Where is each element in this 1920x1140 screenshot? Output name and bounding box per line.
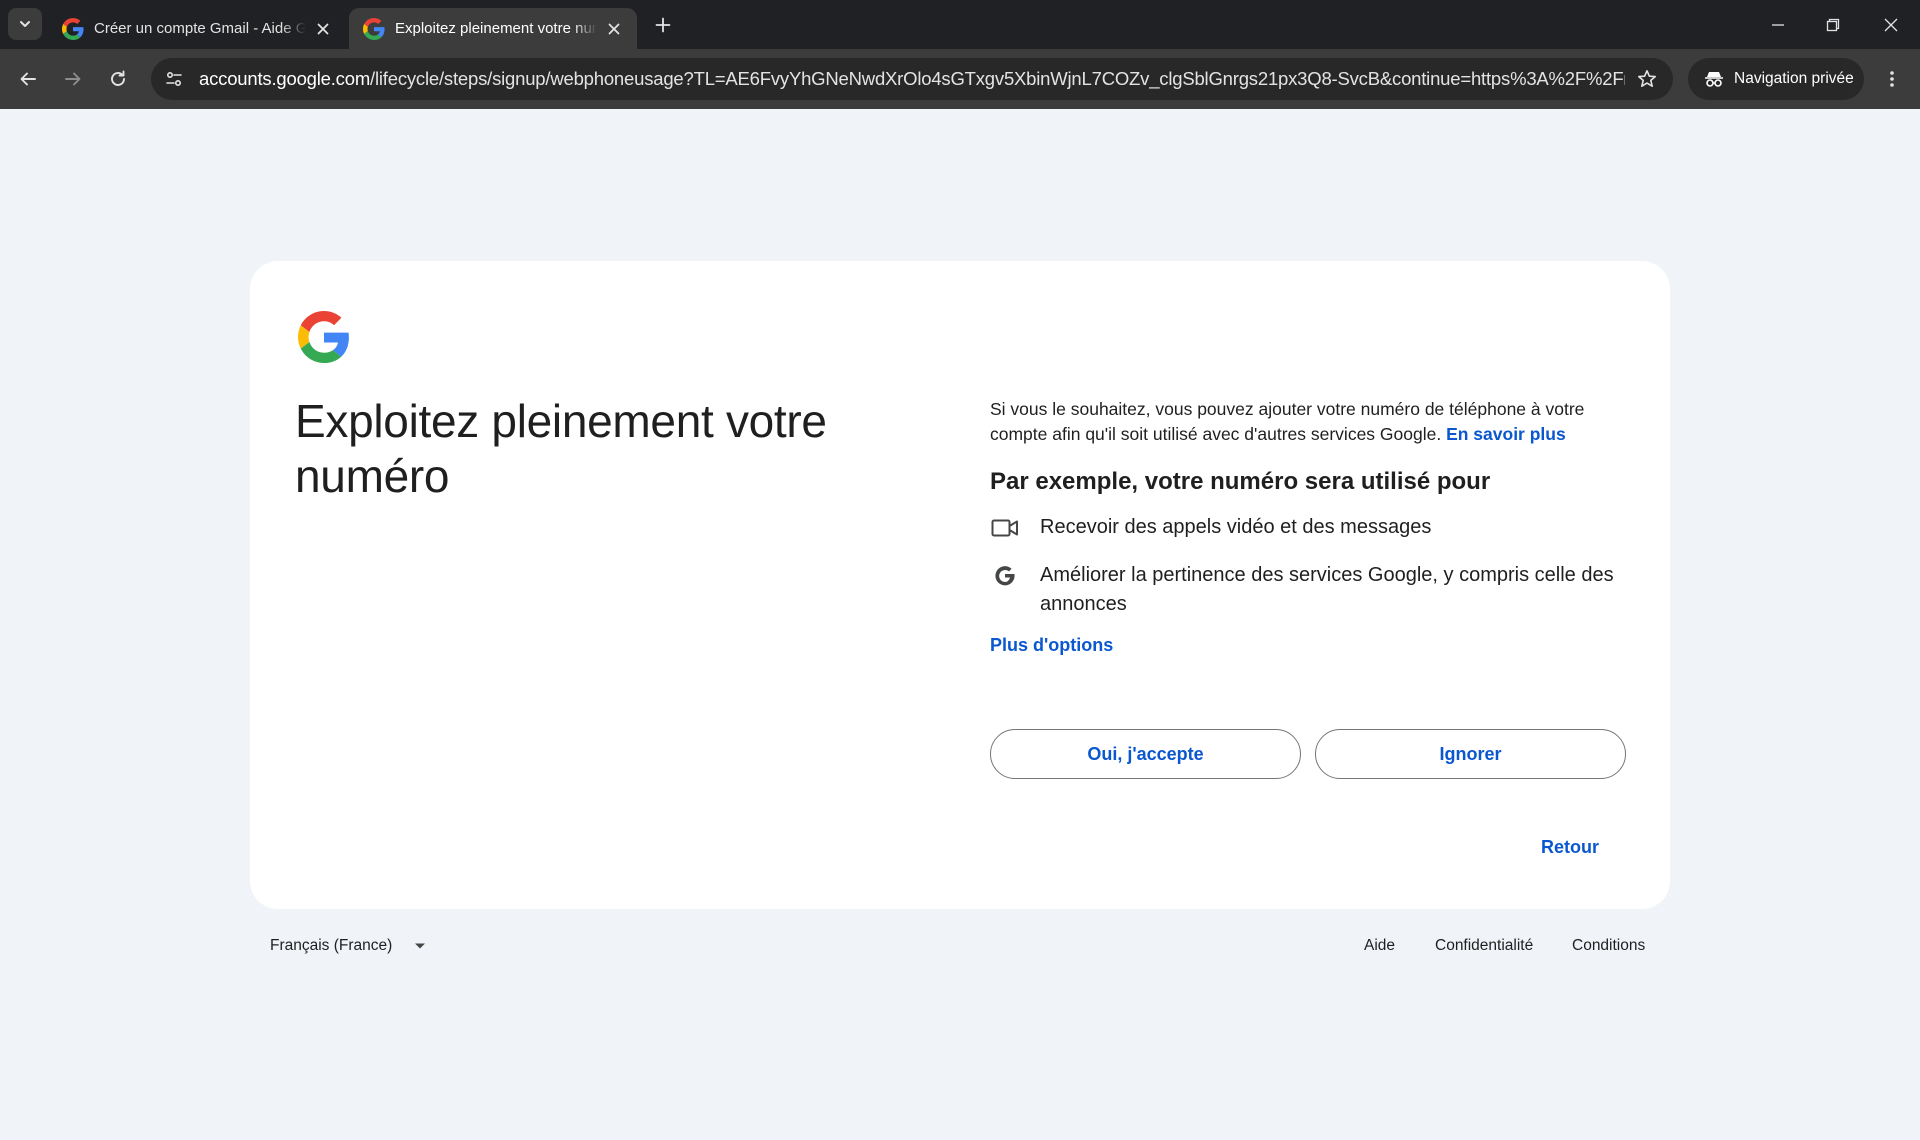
arrow-right-icon — [65, 72, 81, 86]
forward-button[interactable] — [57, 63, 89, 95]
minimize-icon — [1772, 24, 1784, 26]
reload-button[interactable] — [102, 63, 134, 95]
site-info-button[interactable] — [159, 64, 189, 94]
bookmark-button[interactable] — [1631, 63, 1663, 95]
language-label: Français (France) — [270, 937, 393, 954]
more-options-link[interactable]: Plus d'options — [990, 633, 1630, 657]
url-path: /lifecycle/steps/signup/webphoneusage?TL… — [370, 68, 1625, 89]
tab-title: Exploitez pleinement votre numéro — [395, 20, 597, 37]
url-text[interactable]: accounts.google.com/lifecycle/steps/sign… — [199, 68, 1625, 90]
usage-item-label: Améliorer la pertinence des services Goo… — [1040, 564, 1614, 615]
tab-create-gmail-account[interactable]: Créer un compte Gmail - Aide Gmail — [48, 8, 346, 49]
page-footer: Français (France) Aide Confidentialité C… — [250, 933, 1670, 963]
action-buttons: Oui, j'accepte Ignorer — [990, 729, 1630, 779]
footer-link-help[interactable]: Aide — [1364, 937, 1395, 955]
close-icon — [608, 23, 620, 34]
browser-tab-strip: Créer un compte Gmail - Aide Gmail Explo… — [0, 0, 1920, 49]
footer-link-terms[interactable]: Conditions — [1572, 937, 1645, 955]
video-camera-icon — [990, 513, 1020, 543]
incognito-indicator[interactable]: Navigation privée — [1688, 58, 1864, 100]
close-icon — [317, 23, 329, 34]
browser-toolbar: accounts.google.com/lifecycle/steps/sign… — [0, 49, 1920, 109]
new-tab-button[interactable] — [650, 12, 676, 38]
back-button[interactable] — [12, 63, 44, 95]
signup-card: Exploitez pleinement votre numéro Si vou… — [250, 261, 1670, 909]
close-window-button[interactable] — [1876, 10, 1906, 40]
usage-item-relevance: Améliorer la pertinence des services Goo… — [990, 561, 1630, 619]
incognito-label: Navigation privée — [1734, 70, 1854, 87]
caret-down-icon — [415, 943, 426, 949]
close-icon — [1884, 18, 1898, 32]
minimize-button[interactable] — [1763, 10, 1793, 40]
browser-menu-button[interactable] — [1876, 63, 1908, 95]
usage-list: Recevoir des appels vidéo et des message… — [990, 513, 1630, 619]
restore-icon — [1826, 18, 1840, 32]
url-domain: accounts.google.com — [199, 68, 371, 89]
google-g-icon — [990, 561, 1020, 591]
plus-icon — [655, 17, 671, 33]
tab-search-button[interactable] — [8, 8, 42, 40]
back-link-button[interactable]: Retour — [1530, 827, 1610, 867]
usage-item-video-calls: Recevoir des appels vidéo et des message… — [990, 513, 1630, 543]
language-selector[interactable]: Français (France) — [270, 937, 426, 955]
restore-button[interactable] — [1818, 10, 1848, 40]
more-vert-icon — [1890, 71, 1894, 87]
footer-link-privacy[interactable]: Confidentialité — [1435, 937, 1533, 955]
tab-close-button[interactable] — [603, 18, 625, 40]
tab-close-button[interactable] — [312, 18, 334, 40]
google-g-icon — [62, 17, 84, 40]
arrow-left-icon — [20, 72, 36, 86]
usage-item-label: Recevoir des appels vidéo et des message… — [1040, 516, 1432, 538]
tune-icon — [166, 71, 182, 87]
ignore-button[interactable]: Ignorer — [1315, 729, 1626, 779]
tab-phone-usage[interactable]: Exploitez pleinement votre numéro — [349, 8, 637, 49]
google-g-icon — [363, 17, 385, 40]
reload-icon — [111, 70, 125, 86]
accept-button[interactable]: Oui, j'accepte — [990, 729, 1301, 779]
page-title: Exploitez pleinement votre numéro — [295, 395, 827, 502]
learn-more-link[interactable]: En savoir plus — [1446, 424, 1566, 444]
content-column: Si vous le souhaitez, vous pouvez ajoute… — [990, 397, 1630, 657]
google-logo-icon — [298, 311, 349, 363]
intro-paragraph: Si vous le souhaitez, vous pouvez ajoute… — [990, 397, 1630, 447]
usage-subheading: Par exemple, votre numéro sera utilisé p… — [990, 468, 1491, 495]
address-bar[interactable]: accounts.google.com/lifecycle/steps/sign… — [151, 58, 1673, 100]
chevron-down-icon — [20, 21, 30, 27]
star-icon — [1638, 70, 1656, 87]
incognito-icon — [1705, 72, 1723, 87]
tab-title: Créer un compte Gmail - Aide Gmail — [94, 20, 306, 37]
